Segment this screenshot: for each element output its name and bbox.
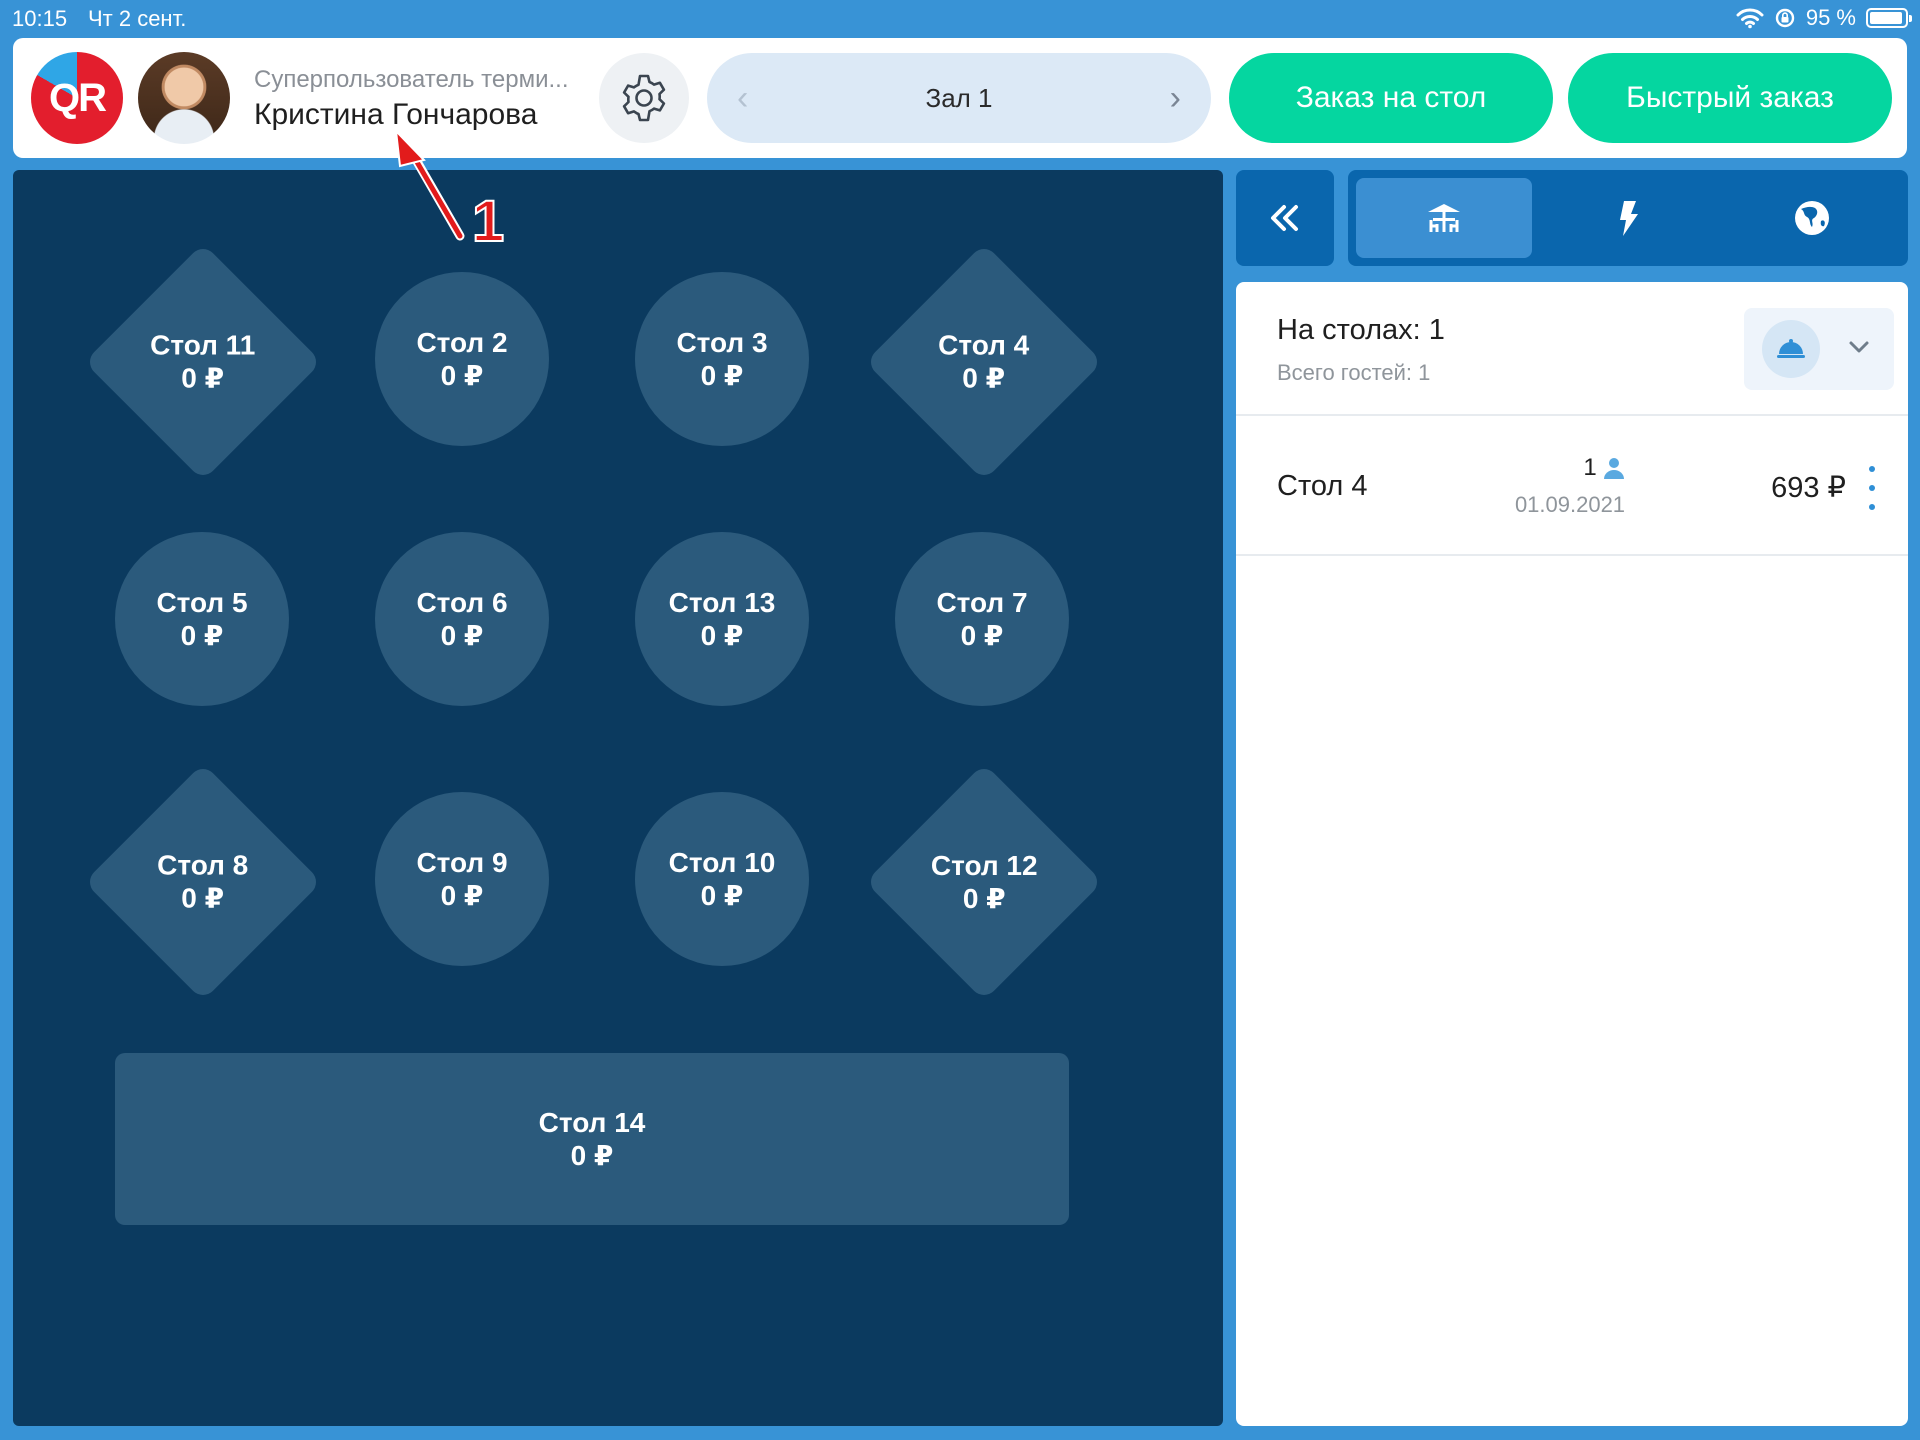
- double-chevron-left-icon: [1271, 205, 1298, 231]
- top-header: QR Суперпользователь терми... Кристина Г…: [13, 38, 1907, 158]
- table-label: Стол 14 0 ₽: [538, 1107, 646, 1171]
- globe-icon: [1795, 201, 1829, 235]
- orientation-lock-icon: [1775, 8, 1795, 28]
- battery-fill: [1870, 12, 1903, 24]
- table-label: Стол 80 ₽: [157, 849, 249, 914]
- table-label: Стол 60 ₽: [416, 587, 508, 651]
- cloche-icon: [1777, 339, 1805, 358]
- hall-switcher: ‹ Зал 1 ›: [707, 53, 1211, 143]
- table-8[interactable]: Стол 80 ₽: [84, 763, 322, 1001]
- orders-panel: На столах: 1 Всего гостей: 1 Стол 4 1 01…: [1236, 282, 1908, 1426]
- status-time: 10:15: [12, 6, 68, 31]
- service-filter-dropdown[interactable]: [1744, 308, 1894, 390]
- summary-subtitle: Всего гостей: 1: [1277, 360, 1431, 385]
- summary-title: На столах: 1: [1277, 314, 1445, 346]
- status-bar: 10:15 Чт 2 сент. 95 %: [0, 0, 1920, 36]
- order-row[interactable]: Стол 4 1 01.09.2021 693 ₽: [1236, 418, 1908, 556]
- panel-tabs: [1348, 170, 1908, 266]
- table-7[interactable]: Стол 70 ₽: [895, 532, 1069, 706]
- status-indicators: 95 %: [1736, 5, 1912, 31]
- table-9[interactable]: Стол 90 ₽: [375, 792, 549, 966]
- more-vertical-icon[interactable]: [1860, 466, 1884, 510]
- floor-plan: Стол 11 0 ₽ Стол 20 ₽ Стол 30 ₽ Стол 40 ₽…: [13, 170, 1223, 1426]
- tab-quick-orders[interactable]: [1540, 178, 1716, 258]
- annotation-marker: 1: [471, 188, 505, 255]
- prev-hall-chevron-icon[interactable]: ‹: [737, 81, 748, 115]
- table-3[interactable]: Стол 30 ₽: [635, 272, 809, 446]
- person-icon: [1603, 458, 1624, 479]
- table-label: Стол 11 0 ₽: [150, 329, 256, 394]
- wifi-icon: [1736, 8, 1764, 29]
- lightning-icon: [1620, 201, 1638, 236]
- table-label: Стол 13 0 ₽: [668, 587, 776, 651]
- order-sum: 693 ₽: [1771, 472, 1846, 504]
- cloche-icon-wrap: [1762, 320, 1820, 378]
- table-label: Стол 10 0 ₽: [668, 847, 776, 911]
- order-guest-count: 1: [1583, 454, 1597, 481]
- table-label: Стол 30 ₽: [676, 327, 768, 391]
- table-label: Стол 12 0 ₽: [930, 850, 1038, 914]
- quick-order-button[interactable]: Быстрый заказ: [1568, 53, 1892, 143]
- order-table-name: Стол 4: [1277, 470, 1368, 502]
- table-12[interactable]: Стол 12 0 ₽: [865, 763, 1103, 1001]
- table-4[interactable]: Стол 40 ₽: [865, 243, 1103, 481]
- avatar[interactable]: [138, 52, 230, 144]
- collapse-panel-button[interactable]: [1236, 170, 1334, 266]
- order-date: 01.09.2021: [1514, 492, 1626, 517]
- table-14[interactable]: Стол 14 0 ₽: [115, 1053, 1069, 1225]
- table-order-button[interactable]: Заказ на стол: [1229, 53, 1553, 143]
- tab-tables[interactable]: [1356, 178, 1532, 258]
- qr-logo: QR: [31, 52, 123, 144]
- next-hall-chevron-icon[interactable]: ›: [1170, 81, 1181, 115]
- table-label: Стол 20 ₽: [416, 327, 508, 391]
- table-2[interactable]: Стол 20 ₽: [375, 272, 549, 446]
- hall-name: Зал 1: [925, 82, 993, 113]
- gear-icon: [622, 74, 666, 122]
- table-6[interactable]: Стол 60 ₽: [375, 532, 549, 706]
- table-label: Стол 70 ₽: [936, 587, 1028, 651]
- orders-summary: На столах: 1 Всего гостей: 1: [1236, 282, 1908, 416]
- battery-icon: [1866, 8, 1912, 28]
- table-11[interactable]: Стол 11 0 ₽: [84, 243, 322, 481]
- table-label: Стол 40 ₽: [938, 329, 1030, 394]
- table-5[interactable]: Стол 50 ₽: [115, 532, 289, 706]
- logo-text: QR: [49, 75, 107, 120]
- table-10[interactable]: Стол 10 0 ₽: [635, 792, 809, 966]
- settings-button[interactable]: [599, 53, 689, 143]
- status-date: Чт 2 сент.: [88, 6, 187, 31]
- table-13[interactable]: Стол 13 0 ₽: [635, 532, 809, 706]
- table-icon: [1428, 204, 1460, 232]
- user-role[interactable]: Суперпользователь терми...: [254, 66, 569, 94]
- table-label: Стол 50 ₽: [156, 587, 248, 651]
- battery-percent: 95 %: [1805, 5, 1856, 30]
- chevron-down-icon: [1849, 341, 1869, 353]
- order-guests: 1: [1530, 454, 1680, 482]
- table-label: Стол 90 ₽: [416, 847, 508, 911]
- tab-online-orders[interactable]: [1724, 178, 1900, 258]
- user-name[interactable]: Кристина Гончарова: [254, 98, 537, 132]
